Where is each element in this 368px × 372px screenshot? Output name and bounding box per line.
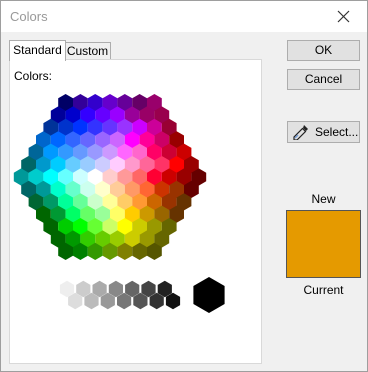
select-button-label: Select... — [315, 125, 359, 139]
colors-dialog: Colors Standard Custom Colors: OK Cancel… — [0, 0, 368, 372]
current-color-swatch — [287, 244, 360, 277]
window-title: Colors — [10, 9, 48, 24]
eyedropper-icon — [293, 125, 308, 140]
tab-standard[interactable]: Standard — [9, 40, 66, 61]
close-button[interactable] — [321, 1, 367, 32]
select-color-button[interactable]: Select... — [287, 121, 360, 143]
black-color-cell[interactable] — [193, 277, 225, 313]
cancel-button[interactable]: Cancel — [287, 69, 360, 90]
tab-custom[interactable]: Custom — [64, 42, 111, 60]
ok-button[interactable]: OK — [287, 40, 360, 61]
close-icon — [337, 10, 350, 23]
color-palette — [13, 94, 225, 313]
standard-tab-panel: Colors: — [9, 59, 262, 364]
current-color-label: Current — [303, 283, 344, 297]
new-color-label: New — [311, 192, 336, 206]
title-bar: Colors — [1, 1, 367, 32]
color-preview — [286, 210, 361, 278]
new-color-swatch — [287, 211, 360, 244]
